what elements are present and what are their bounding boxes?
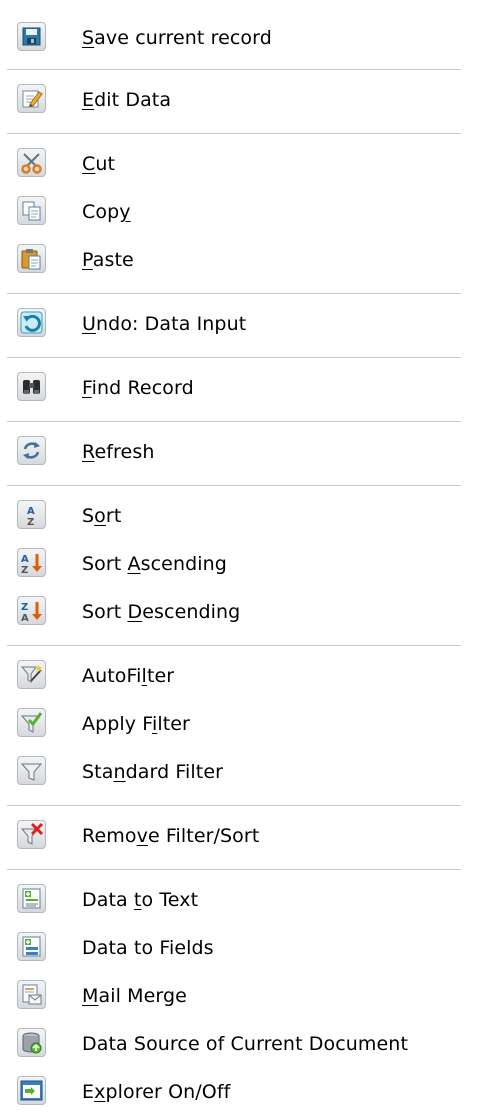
data-to-text-icon xyxy=(17,884,46,913)
menu-item-data-to-fields[interactable]: Data to Fields xyxy=(0,925,477,971)
separator xyxy=(7,645,461,646)
menu-item-label: Copy xyxy=(82,201,131,223)
sort-icon: AZ xyxy=(17,500,46,529)
separator xyxy=(7,805,461,806)
menu-item-label: Edit Data xyxy=(82,89,172,111)
explorer-icon xyxy=(17,1076,46,1105)
sort-descending-icon: ZA xyxy=(17,596,46,625)
menu-item-sort-ascending[interactable]: AZ Sort Ascending xyxy=(0,541,477,587)
menu-item-label: Data to Text xyxy=(82,889,199,911)
menu-item-autofilter[interactable]: AutoFilter xyxy=(0,653,477,699)
menu-item-label: Data Source of Current Document xyxy=(82,1033,408,1055)
svg-text:A: A xyxy=(21,613,29,624)
svg-text:A: A xyxy=(21,554,29,565)
menu-item-cut[interactable]: Cut xyxy=(0,141,477,187)
menu-item-label: Cut xyxy=(82,153,116,175)
data-context-menu: Save current record Edit Data Cut Copy P… xyxy=(0,0,477,1113)
separator xyxy=(7,133,461,134)
separator xyxy=(7,485,461,486)
paste-icon xyxy=(17,244,46,273)
remove-filter-icon xyxy=(17,820,46,849)
menu-item-data-source-of-current-document[interactable]: Data Source of Current Document xyxy=(0,1021,477,1067)
sort-ascending-icon: AZ xyxy=(17,548,46,577)
autofilter-icon xyxy=(17,660,46,689)
svg-text:Z: Z xyxy=(21,602,28,613)
menu-item-label: Apply Filter xyxy=(82,713,190,735)
copy-icon xyxy=(17,196,46,225)
menu-item-label: Find Record xyxy=(82,377,194,399)
cut-icon xyxy=(17,148,46,177)
menu-item-remove-filter-sort[interactable]: Remove Filter/Sort xyxy=(0,813,477,859)
separator xyxy=(7,293,461,294)
menu-item-label: Refresh xyxy=(82,441,155,463)
menu-item-undo-data-input[interactable]: Undo: Data Input xyxy=(0,301,477,347)
menu-item-save-current-record[interactable]: Save current record xyxy=(0,15,477,61)
menu-item-mail-merge[interactable]: Mail Merge xyxy=(0,973,477,1019)
separator xyxy=(7,421,461,422)
separator xyxy=(7,69,461,70)
menu-item-sort-descending[interactable]: ZA Sort Descending xyxy=(0,589,477,635)
menu-item-label: Standard Filter xyxy=(82,761,224,783)
menu-item-label: Save current record xyxy=(82,27,272,49)
menu-item-label: Paste xyxy=(82,249,134,271)
separator xyxy=(7,357,461,358)
menu-item-label: Data to Fields xyxy=(82,937,214,959)
menu-item-label: Mail Merge xyxy=(82,985,187,1007)
menu-item-apply-filter[interactable]: Apply Filter xyxy=(0,701,477,747)
menu-item-refresh[interactable]: Refresh xyxy=(0,429,477,475)
separator xyxy=(7,869,461,870)
menu-item-label: Sort Ascending xyxy=(82,553,227,575)
save-icon xyxy=(17,22,46,51)
refresh-icon xyxy=(17,436,46,465)
menu-item-label: AutoFilter xyxy=(82,665,175,687)
svg-text:A: A xyxy=(27,506,35,517)
menu-item-label: Remove Filter/Sort xyxy=(82,825,260,847)
database-icon xyxy=(17,1028,46,1057)
menu-item-label: Explorer On/Off xyxy=(82,1081,231,1103)
standard-filter-icon xyxy=(17,756,46,785)
menu-item-label: Sort Descending xyxy=(82,601,241,623)
menu-item-label: Sort xyxy=(82,505,122,527)
binoculars-icon xyxy=(17,372,46,401)
apply-filter-icon xyxy=(17,708,46,737)
menu-item-paste[interactable]: Paste xyxy=(0,237,477,283)
menu-item-data-to-text[interactable]: Data to Text xyxy=(0,877,477,923)
menu-item-standard-filter[interactable]: Standard Filter xyxy=(0,749,477,795)
menu-item-edit-data[interactable]: Edit Data xyxy=(0,77,477,123)
edit-icon xyxy=(17,84,46,113)
menu-item-explorer-on-off[interactable]: Explorer On/Off xyxy=(0,1069,477,1115)
svg-text:Z: Z xyxy=(21,565,28,576)
mail-merge-icon xyxy=(17,980,46,1009)
menu-item-copy[interactable]: Copy xyxy=(0,189,477,235)
menu-item-find-record[interactable]: Find Record xyxy=(0,365,477,411)
menu-item-label: Undo: Data Input xyxy=(82,313,247,335)
data-to-fields-icon xyxy=(17,932,46,961)
svg-text:Z: Z xyxy=(27,517,34,528)
undo-icon xyxy=(17,308,46,337)
menu-item-sort[interactable]: AZ Sort xyxy=(0,493,477,539)
